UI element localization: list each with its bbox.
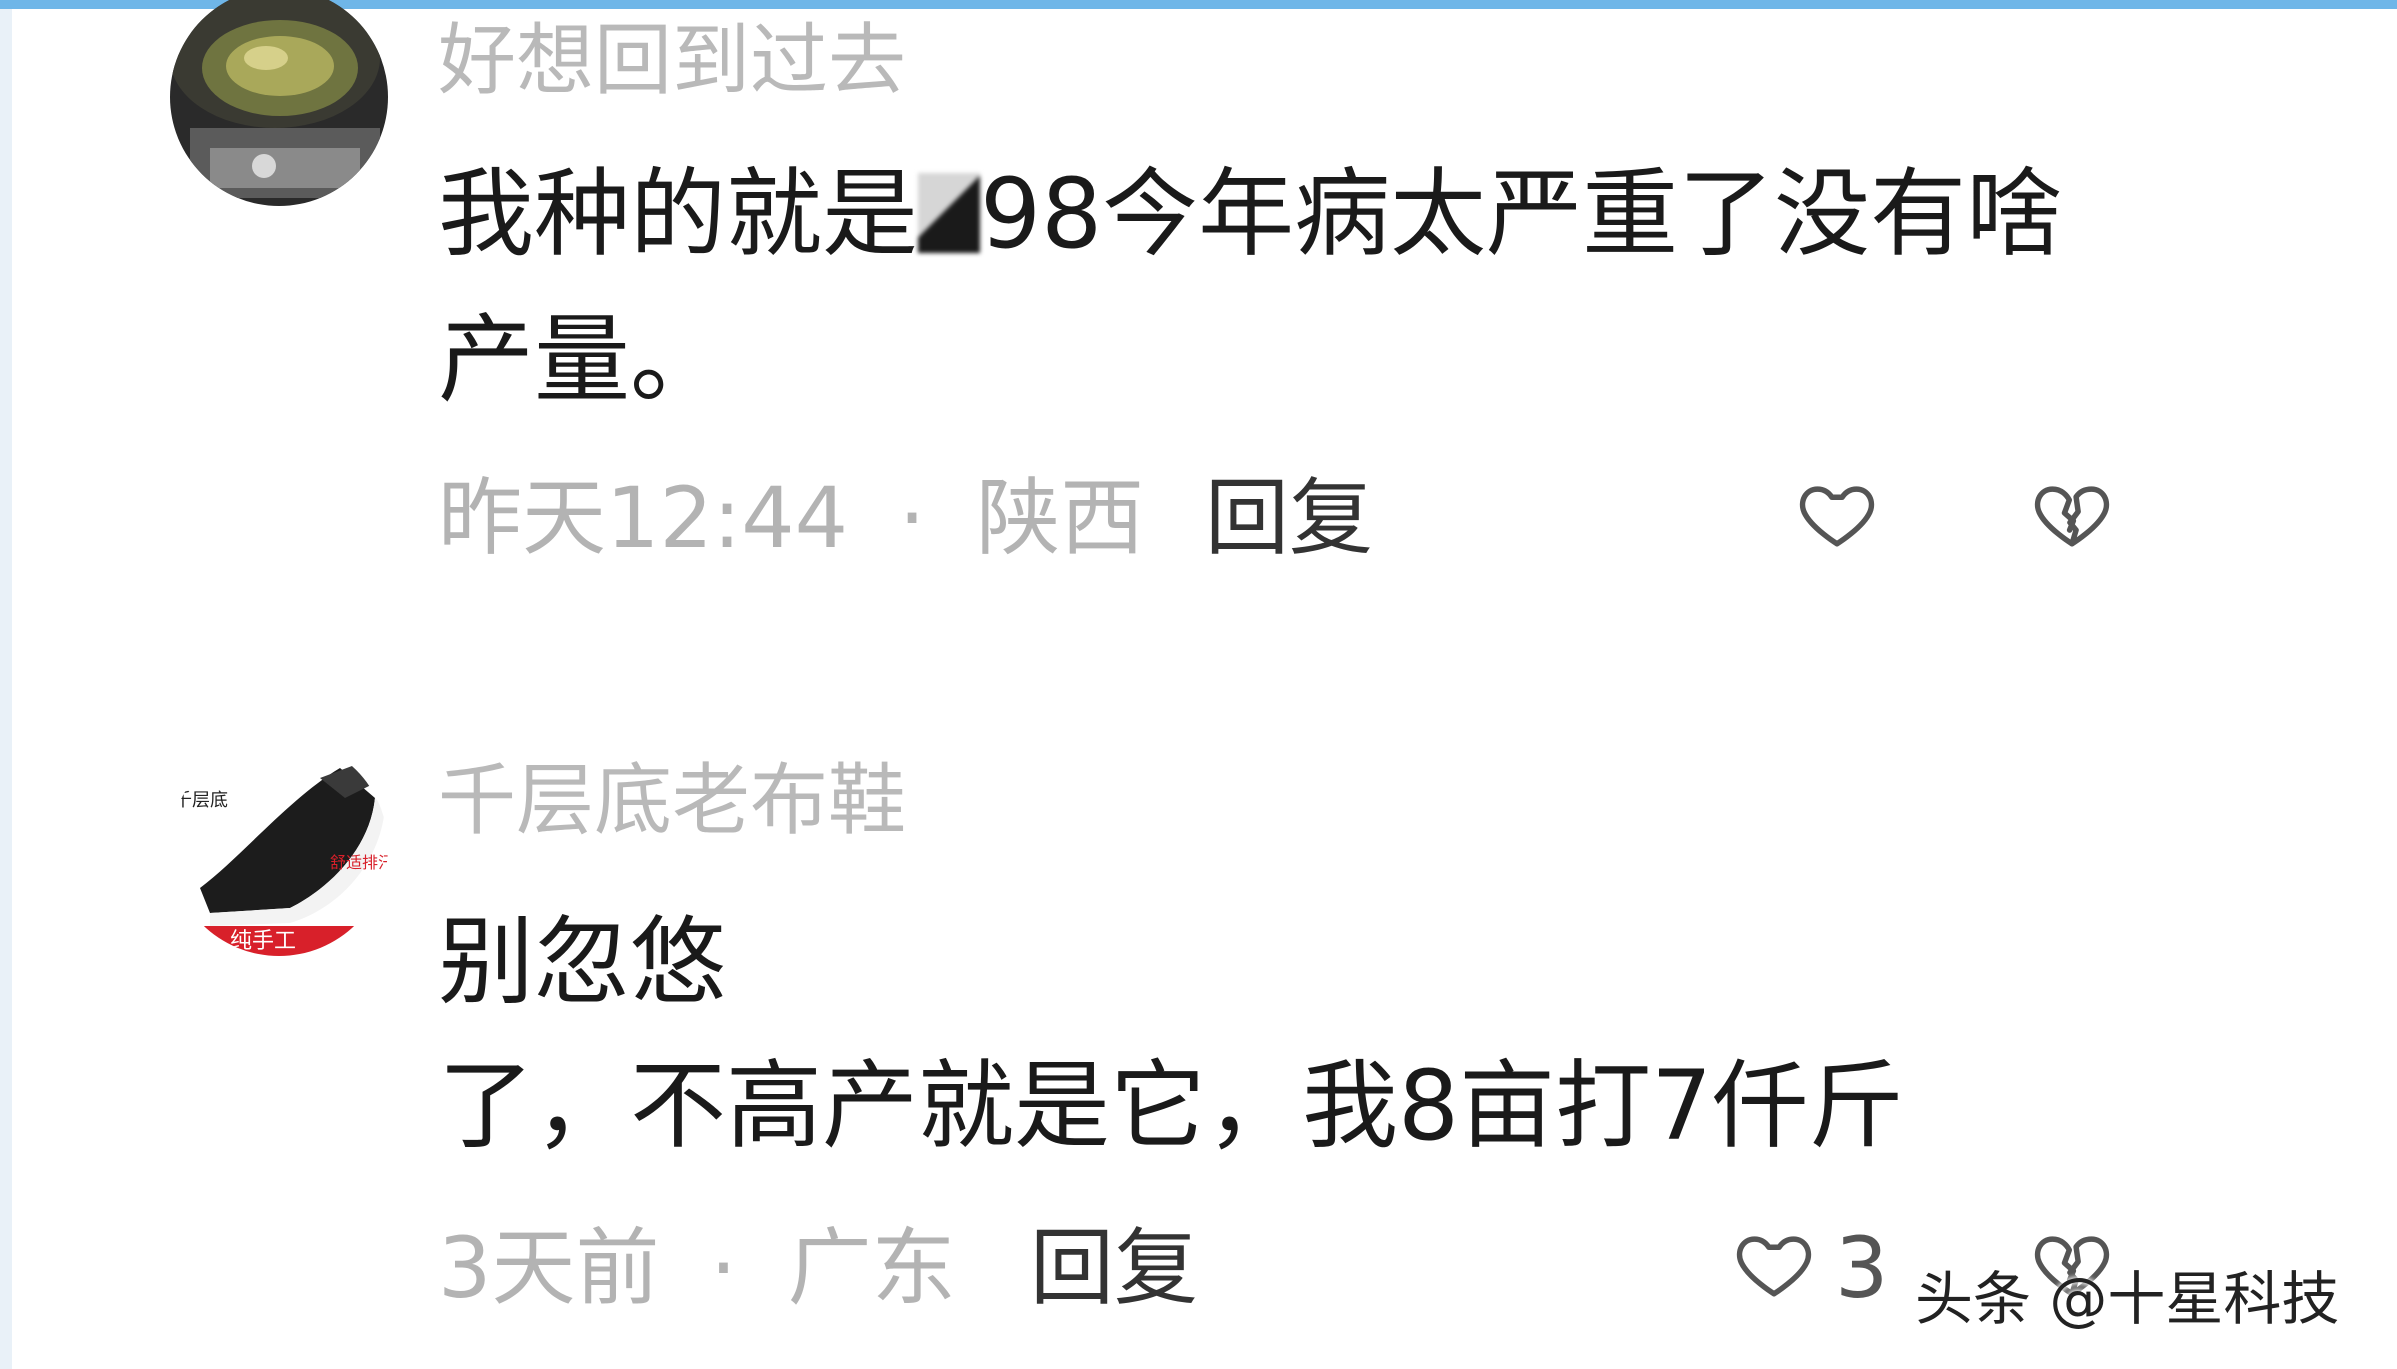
meta-separator: · — [710, 1219, 737, 1317]
avatar-text: 纯手工 — [230, 929, 296, 954]
comment-time: 昨天12:44 — [438, 469, 849, 567]
comment-text-part: 98今年病太严重了没有啥 — [980, 158, 2063, 270]
comment-location: 陕西 — [976, 469, 1145, 567]
avatar-image: 千层底 舒适排汗防臭 纯手工 — [170, 738, 388, 956]
reply-button[interactable]: 回复 — [1205, 476, 1373, 560]
comment-username[interactable]: 千层底老布鞋 — [438, 762, 906, 840]
comment-location: 广东 — [787, 1219, 956, 1317]
meta-separator: · — [898, 469, 926, 567]
comment-meta: 3天前 · 广东 — [438, 1226, 956, 1310]
like-count: 3 — [1835, 1219, 1889, 1317]
comment-text-part: 我种的就是 — [438, 158, 918, 270]
comment-time: 3天前 — [438, 1219, 660, 1317]
avatar-image — [170, 0, 388, 206]
avatar-text: 舒适排汗防臭 — [330, 853, 388, 872]
watermark: 头条 @十星科技 — [1915, 1265, 2340, 1333]
reply-button[interactable]: 回复 — [1030, 1226, 1198, 1310]
comment-meta: 昨天12:44 · 陕西 — [438, 476, 1144, 560]
comment-text-line2: 了，不高产就是它，我8亩打7仟斤 — [438, 1050, 1905, 1162]
avatar[interactable]: 千层底 舒适排汗防臭 纯手工 — [170, 738, 388, 956]
avatar[interactable] — [170, 0, 388, 206]
avatar-text: 千层底 — [174, 790, 228, 811]
comment-text-line2: 产量。 — [438, 304, 726, 416]
redacted-block — [918, 173, 980, 253]
comment-text: 我种的就是 98今年病太严重了没有啥 — [438, 166, 2062, 262]
comment-item: 好想回到过去 我种的就是 98今年病太严重了没有啥 产量。 昨天12:44 · 陕… — [0, 0, 2397, 640]
heart-outline-icon[interactable] — [1795, 472, 1879, 554]
comment-text-line1: 别忽悠 — [438, 906, 726, 1018]
comment-username[interactable]: 好想回到过去 — [438, 22, 906, 100]
broken-heart-icon[interactable] — [2030, 472, 2114, 554]
heart-outline-icon[interactable] — [1732, 1222, 1816, 1304]
